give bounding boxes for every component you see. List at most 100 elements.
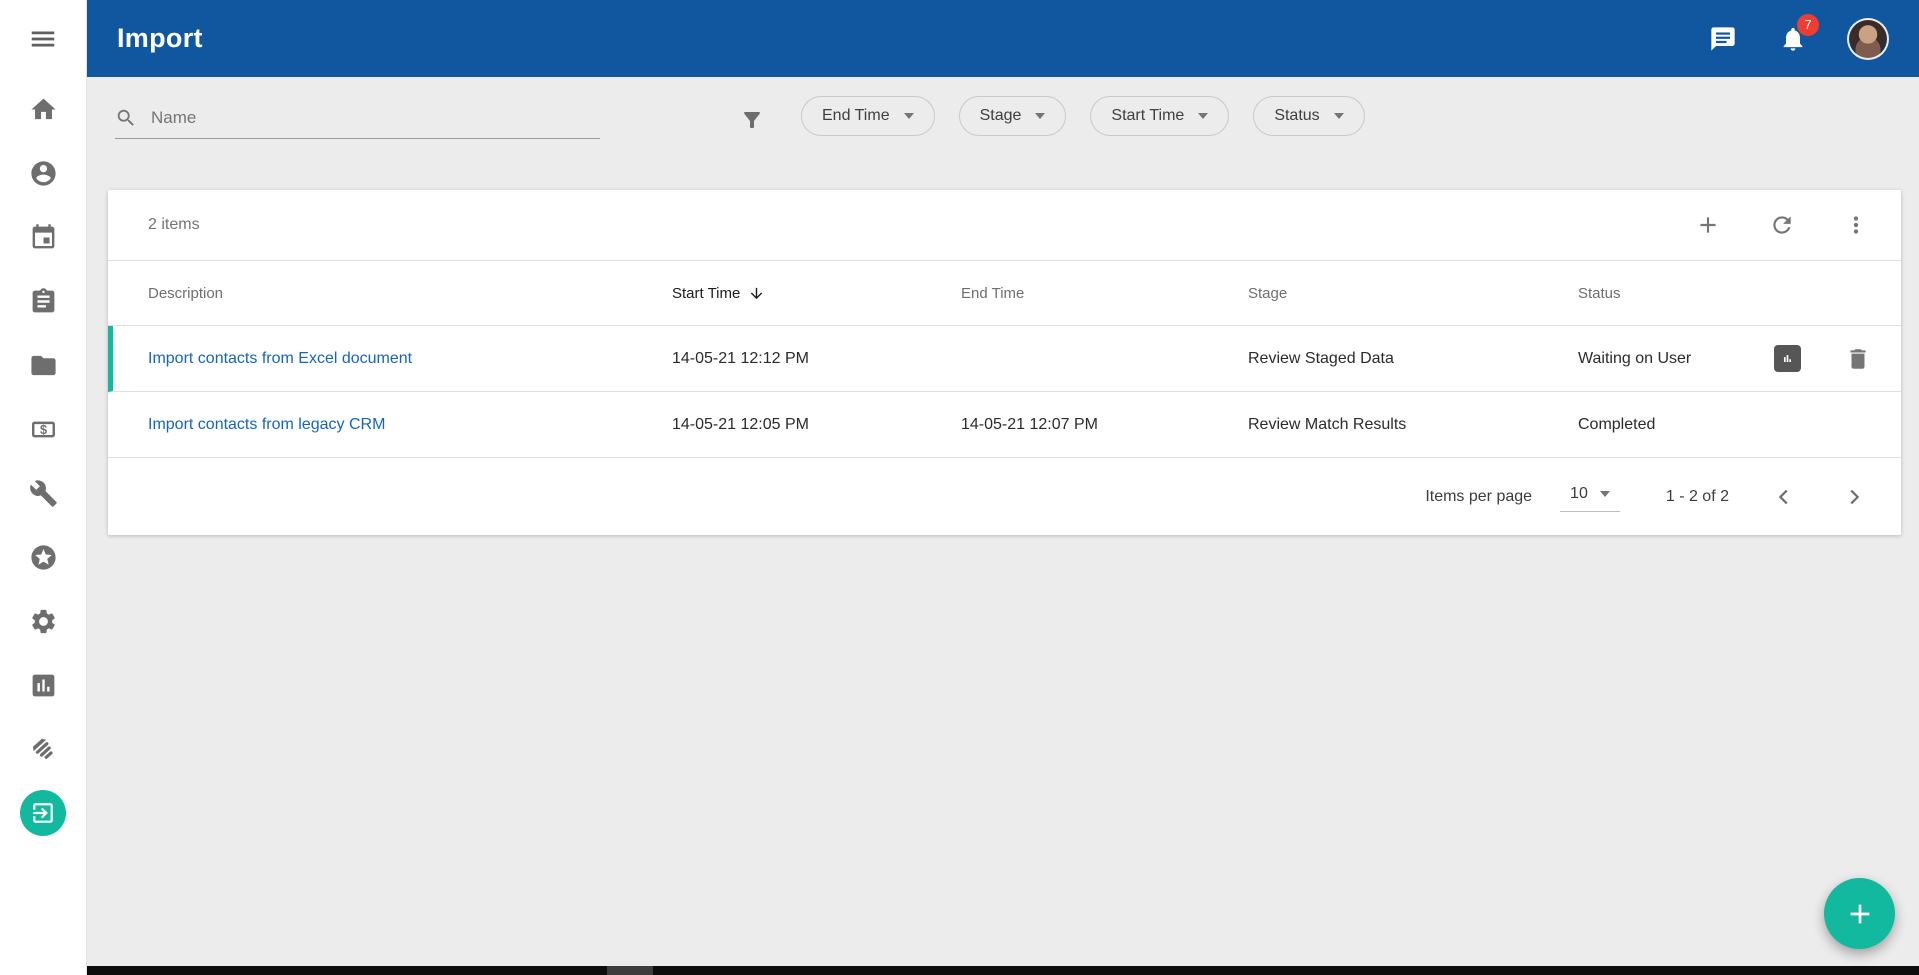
sidebar-item-settings[interactable] xyxy=(0,589,87,653)
filter-chip-end-time[interactable]: End Time xyxy=(801,96,935,136)
star-circle-icon xyxy=(29,543,58,572)
sidebar-item-import[interactable] xyxy=(0,781,87,845)
user-avatar[interactable] xyxy=(1847,18,1889,60)
table-header-row: Description Start Time End Time Stage St… xyxy=(108,261,1901,326)
filter-chip-status[interactable]: Status xyxy=(1253,96,1364,136)
column-header-description[interactable]: Description xyxy=(148,285,672,302)
bar-chart-icon xyxy=(1779,350,1796,367)
pagination-bar: Items per page 10 1 - 2 of 2 xyxy=(108,458,1901,535)
scrollbar-thumb[interactable] xyxy=(607,966,653,975)
new-import-fab[interactable] xyxy=(1824,878,1895,949)
sidebar-item-billing[interactable]: $ xyxy=(0,397,87,461)
sidebar-item-partners[interactable] xyxy=(0,717,87,781)
column-header-start-time[interactable]: Start Time xyxy=(672,285,961,302)
sidebar-item-favorites[interactable] xyxy=(0,525,87,589)
chip-label: End Time xyxy=(822,107,890,125)
chevron-down-icon xyxy=(1035,113,1045,119)
sidebar: $ xyxy=(0,0,87,975)
active-nav-highlight xyxy=(20,790,66,836)
add-button[interactable] xyxy=(1693,210,1723,240)
home-icon xyxy=(29,95,58,124)
gear-icon xyxy=(29,607,58,636)
chevron-right-icon xyxy=(1843,486,1865,508)
kebab-menu-icon xyxy=(1843,212,1869,238)
sidebar-item-tasks[interactable] xyxy=(0,269,87,333)
refresh-button[interactable] xyxy=(1767,210,1797,240)
more-options-button[interactable] xyxy=(1841,210,1871,240)
cell-start-time: 14-05-21 12:05 PM xyxy=(672,416,961,434)
cell-stage: Review Staged Data xyxy=(1248,350,1578,368)
notifications-button[interactable]: 7 xyxy=(1777,23,1809,55)
sidebar-item-calendar[interactable] xyxy=(0,205,87,269)
view-results-button[interactable] xyxy=(1774,345,1801,372)
column-header-end-time[interactable]: End Time xyxy=(961,285,1248,302)
items-count: 2 items xyxy=(148,216,200,234)
search-input[interactable] xyxy=(151,108,600,128)
clipboard-icon xyxy=(29,287,58,316)
hamburger-icon xyxy=(28,24,58,54)
sidebar-item-home[interactable] xyxy=(0,77,87,141)
handshake-icon xyxy=(29,735,58,764)
items-per-page-label: Items per page xyxy=(1425,488,1532,506)
sidebar-item-documents[interactable] xyxy=(0,333,87,397)
notification-badge: 7 xyxy=(1797,14,1819,36)
column-header-stage[interactable]: Stage xyxy=(1248,285,1578,302)
filter-bar: End Time Stage Start Time Status xyxy=(87,77,1919,155)
wrench-icon xyxy=(29,479,58,508)
funnel-icon xyxy=(740,108,764,132)
person-icon xyxy=(29,159,58,188)
sort-descending-icon xyxy=(748,285,765,302)
sidebar-item-contacts[interactable] xyxy=(0,141,87,205)
sidebar-item-tools[interactable] xyxy=(0,461,87,525)
page-size-value: 10 xyxy=(1570,485,1588,503)
calendar-icon xyxy=(29,223,58,252)
previous-page-button[interactable] xyxy=(1769,482,1799,512)
cell-end-time: 14-05-21 12:07 PM xyxy=(961,416,1248,434)
sidebar-item-reports[interactable] xyxy=(0,653,87,717)
page-title: Import xyxy=(117,23,203,54)
table-row: Import contacts from Excel document 14-0… xyxy=(108,326,1901,392)
chevron-down-icon xyxy=(904,113,914,119)
row-actions xyxy=(1751,345,1901,372)
chevron-left-icon xyxy=(1773,486,1795,508)
chip-label: Stage xyxy=(980,107,1022,125)
column-header-status[interactable]: Status xyxy=(1578,285,1751,302)
cell-start-time: 14-05-21 12:12 PM xyxy=(672,350,961,368)
filter-chips: End Time Stage Start Time Status xyxy=(801,96,1365,136)
card-actions xyxy=(1693,210,1871,240)
card-header: 2 items xyxy=(108,190,1901,261)
trash-icon xyxy=(1845,346,1871,372)
filter-chip-stage[interactable]: Stage xyxy=(959,96,1067,136)
plus-icon xyxy=(1844,898,1876,930)
import-list-card: 2 items Description Start Time End Time … xyxy=(108,190,1901,535)
column-header-label: Start Time xyxy=(672,285,740,302)
chevron-down-icon xyxy=(1600,491,1610,497)
cell-status: Waiting on User xyxy=(1578,350,1751,368)
filter-button[interactable] xyxy=(735,103,769,137)
hamburger-menu-button[interactable] xyxy=(0,0,86,77)
svg-text:$: $ xyxy=(39,422,46,436)
sidebar-nav: $ xyxy=(0,77,86,845)
next-page-button[interactable] xyxy=(1839,482,1869,512)
chevron-down-icon xyxy=(1334,113,1344,119)
horizontal-scrollbar[interactable] xyxy=(87,966,1919,975)
delete-button[interactable] xyxy=(1845,346,1871,372)
topbar-actions: 7 xyxy=(1707,18,1889,60)
filter-chip-start-time[interactable]: Start Time xyxy=(1090,96,1229,136)
search-field[interactable] xyxy=(115,97,600,139)
refresh-icon xyxy=(1769,212,1795,238)
search-icon xyxy=(115,107,137,129)
messages-button[interactable] xyxy=(1707,23,1739,55)
folder-icon xyxy=(29,351,58,380)
page-range-label: 1 - 2 of 2 xyxy=(1666,488,1729,506)
page-size-select[interactable]: 10 xyxy=(1560,481,1620,512)
chevron-down-icon xyxy=(1198,113,1208,119)
chip-label: Status xyxy=(1274,107,1319,125)
table-row: Import contacts from legacy CRM 14-05-21… xyxy=(108,392,1901,458)
import-description-link[interactable]: Import contacts from Excel document xyxy=(148,350,412,367)
bar-chart-icon xyxy=(29,671,58,700)
import-description-link[interactable]: Import contacts from legacy CRM xyxy=(148,416,385,433)
chip-label: Start Time xyxy=(1111,107,1184,125)
chat-icon xyxy=(1709,25,1737,53)
top-app-bar: Import 7 xyxy=(87,0,1919,77)
